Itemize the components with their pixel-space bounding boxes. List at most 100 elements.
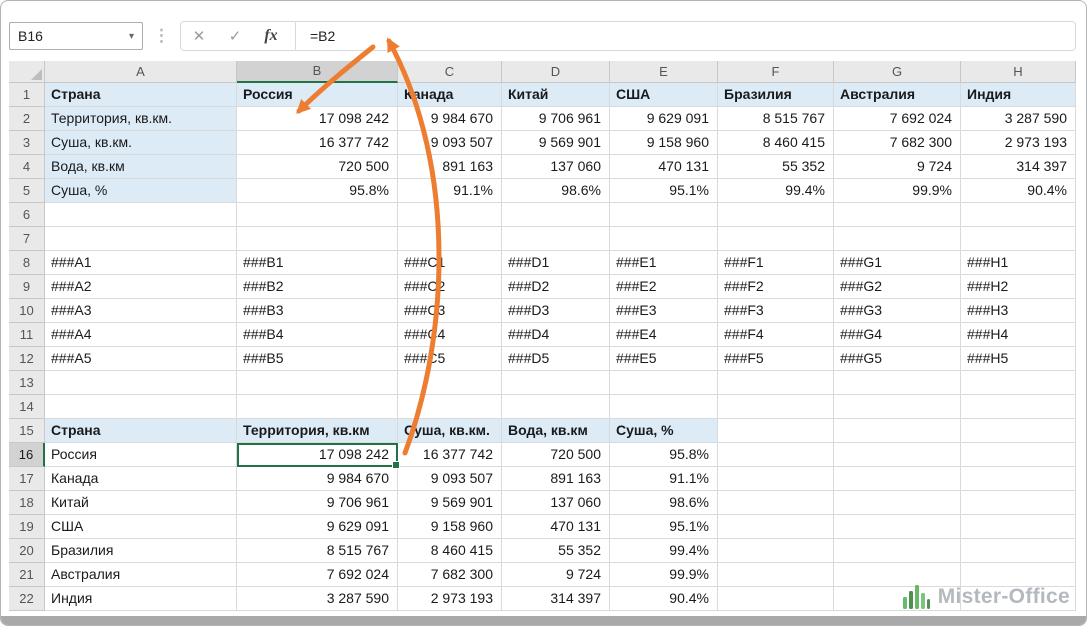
cell-H9[interactable]: ###H2 [961, 275, 1076, 299]
row-header-7[interactable]: 7 [9, 227, 45, 251]
cell-B8[interactable]: ###B1 [237, 251, 398, 275]
cell-E17[interactable]: 91.1% [610, 467, 718, 491]
column-header-H[interactable]: H [961, 61, 1076, 83]
row-header-6[interactable]: 6 [9, 203, 45, 227]
cell-E7[interactable] [610, 227, 718, 251]
cell-D12[interactable]: ###D5 [502, 347, 610, 371]
cell-H3[interactable]: 2 973 193 [961, 131, 1076, 155]
cell-D14[interactable] [502, 395, 610, 419]
cell-A20[interactable]: Бразилия [45, 539, 237, 563]
cell-C11[interactable]: ###C4 [398, 323, 502, 347]
cell-B2[interactable]: 17 098 242 [237, 107, 398, 131]
cell-A4[interactable]: Вода, кв.км [45, 155, 237, 179]
cell-A9[interactable]: ###A2 [45, 275, 237, 299]
cell-D10[interactable]: ###D3 [502, 299, 610, 323]
cell-A21[interactable]: Австралия [45, 563, 237, 587]
cell-F17[interactable] [718, 467, 834, 491]
cell-B18[interactable]: 9 706 961 [237, 491, 398, 515]
cell-D22[interactable]: 314 397 [502, 587, 610, 611]
cell-B4[interactable]: 720 500 [237, 155, 398, 179]
cell-E18[interactable]: 98.6% [610, 491, 718, 515]
cell-H5[interactable]: 90.4% [961, 179, 1076, 203]
cell-C13[interactable] [398, 371, 502, 395]
column-header-E[interactable]: E [610, 61, 718, 83]
cell-G7[interactable] [834, 227, 961, 251]
column-header-D[interactable]: D [502, 61, 610, 83]
cell-F19[interactable] [718, 515, 834, 539]
column-header-A[interactable]: A [45, 61, 237, 83]
cell-E1[interactable]: США [610, 83, 718, 107]
cell-A18[interactable]: Китай [45, 491, 237, 515]
cell-F13[interactable] [718, 371, 834, 395]
cell-B15[interactable]: Территория, кв.км [237, 419, 398, 443]
cell-C9[interactable]: ###C2 [398, 275, 502, 299]
cell-A6[interactable] [45, 203, 237, 227]
cell-B22[interactable]: 3 287 590 [237, 587, 398, 611]
cell-H6[interactable] [961, 203, 1076, 227]
cell-C3[interactable]: 9 093 507 [398, 131, 502, 155]
cell-E20[interactable]: 99.4% [610, 539, 718, 563]
cell-F1[interactable]: Бразилия [718, 83, 834, 107]
cell-D15[interactable]: Вода, кв.км [502, 419, 610, 443]
cell-A3[interactable]: Суша, кв.км. [45, 131, 237, 155]
select-all-corner[interactable] [9, 61, 45, 83]
cell-B7[interactable] [237, 227, 398, 251]
cell-C22[interactable]: 2 973 193 [398, 587, 502, 611]
cell-F14[interactable] [718, 395, 834, 419]
cell-D16[interactable]: 720 500 [502, 443, 610, 467]
cell-F12[interactable]: ###F5 [718, 347, 834, 371]
cell-C7[interactable] [398, 227, 502, 251]
cell-D17[interactable]: 891 163 [502, 467, 610, 491]
row-header-16[interactable]: 16 [9, 443, 45, 467]
cell-F3[interactable]: 8 460 415 [718, 131, 834, 155]
cell-C6[interactable] [398, 203, 502, 227]
cell-G10[interactable]: ###G3 [834, 299, 961, 323]
cell-G19[interactable] [834, 515, 961, 539]
cell-D8[interactable]: ###D1 [502, 251, 610, 275]
name-box-dropdown-icon[interactable]: ▾ [129, 31, 134, 42]
cell-G9[interactable]: ###G2 [834, 275, 961, 299]
cell-C2[interactable]: 9 984 670 [398, 107, 502, 131]
row-header-21[interactable]: 21 [9, 563, 45, 587]
row-header-13[interactable]: 13 [9, 371, 45, 395]
row-header-8[interactable]: 8 [9, 251, 45, 275]
formula-input[interactable]: =B2 [296, 28, 335, 44]
cell-G6[interactable] [834, 203, 961, 227]
cell-C5[interactable]: 91.1% [398, 179, 502, 203]
cell-D4[interactable]: 137 060 [502, 155, 610, 179]
cell-H7[interactable] [961, 227, 1076, 251]
cell-E22[interactable]: 90.4% [610, 587, 718, 611]
cell-H13[interactable] [961, 371, 1076, 395]
row-header-11[interactable]: 11 [9, 323, 45, 347]
cell-G16[interactable] [834, 443, 961, 467]
column-header-F[interactable]: F [718, 61, 834, 83]
cell-C20[interactable]: 8 460 415 [398, 539, 502, 563]
row-header-3[interactable]: 3 [9, 131, 45, 155]
row-header-12[interactable]: 12 [9, 347, 45, 371]
cell-B11[interactable]: ###B4 [237, 323, 398, 347]
cell-H11[interactable]: ###H4 [961, 323, 1076, 347]
cell-E8[interactable]: ###E1 [610, 251, 718, 275]
cell-E14[interactable] [610, 395, 718, 419]
cell-G5[interactable]: 99.9% [834, 179, 961, 203]
cell-B13[interactable] [237, 371, 398, 395]
cell-E2[interactable]: 9 629 091 [610, 107, 718, 131]
cell-C15[interactable]: Суша, кв.км. [398, 419, 502, 443]
cell-G15[interactable] [834, 419, 961, 443]
cell-F20[interactable] [718, 539, 834, 563]
cell-B9[interactable]: ###B2 [237, 275, 398, 299]
cell-D5[interactable]: 98.6% [502, 179, 610, 203]
row-header-2[interactable]: 2 [9, 107, 45, 131]
row-header-1[interactable]: 1 [9, 83, 45, 107]
cell-A1[interactable]: Страна [45, 83, 237, 107]
cell-C18[interactable]: 9 569 901 [398, 491, 502, 515]
cell-D9[interactable]: ###D2 [502, 275, 610, 299]
column-header-B[interactable]: B [237, 61, 398, 83]
cell-C10[interactable]: ###C3 [398, 299, 502, 323]
cell-D19[interactable]: 470 131 [502, 515, 610, 539]
cell-H10[interactable]: ###H3 [961, 299, 1076, 323]
cell-F4[interactable]: 55 352 [718, 155, 834, 179]
cell-G14[interactable] [834, 395, 961, 419]
row-header-22[interactable]: 22 [9, 587, 45, 611]
cell-D6[interactable] [502, 203, 610, 227]
